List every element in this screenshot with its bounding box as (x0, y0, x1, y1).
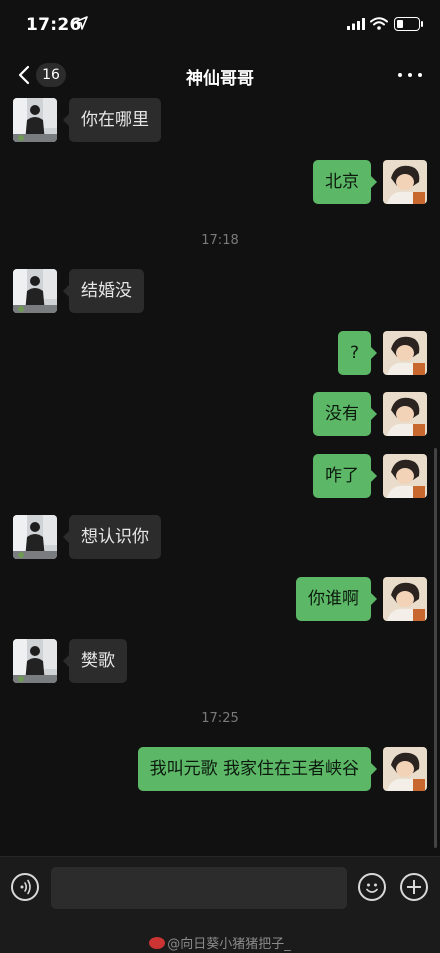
message-bubble-sent[interactable]: 咋了 (313, 454, 377, 498)
contact-avatar[interactable] (13, 515, 57, 559)
message-bubble-received[interactable]: 你在哪里 (63, 98, 161, 142)
message-bubble-received[interactable]: 想认识你 (63, 515, 161, 559)
cellular-signal-icon (347, 18, 365, 30)
watermark: @向日葵小猪猪把子_ (0, 933, 440, 952)
message-row-received: 樊歌 (0, 639, 440, 683)
chat-title: 神仙哥哥 (186, 69, 254, 89)
battery-icon (394, 17, 423, 31)
message-row-sent: ? (0, 331, 440, 375)
emoji-icon[interactable] (358, 873, 386, 901)
message-bubble-sent[interactable]: 你谁啊 (296, 577, 377, 621)
message-row-sent: 没有 (0, 392, 440, 436)
message-row-received: 结婚没 (0, 269, 440, 313)
timestamp: 17:18 (201, 233, 239, 248)
my-avatar[interactable] (383, 160, 427, 204)
message-bubble-sent[interactable]: ? (337, 331, 378, 375)
message-row-received: 你在哪里 (0, 98, 440, 142)
message-bubble-received[interactable]: 樊歌 (63, 639, 127, 683)
my-avatar[interactable] (383, 392, 427, 436)
chat-messages[interactable]: 你在哪里 北京 17:18 结婚没 ? 没有 咋了 想认识你 你谁啊 樊歌 17… (0, 98, 440, 856)
message-bubble-sent[interactable]: 北京 (313, 160, 377, 204)
timestamp: 17:25 (201, 711, 239, 726)
scrollbar[interactable] (434, 448, 437, 848)
status-bar: 17:26 (0, 0, 440, 52)
my-avatar[interactable] (383, 454, 427, 498)
contact-avatar[interactable] (13, 639, 57, 683)
my-avatar[interactable] (383, 331, 427, 375)
message-bubble-sent[interactable]: 我叫元歌 我家住在王者峡谷 (137, 747, 378, 791)
message-bubble-sent[interactable]: 没有 (313, 392, 377, 436)
location-arrow-icon (74, 16, 88, 30)
my-avatar[interactable] (383, 747, 427, 791)
voice-input-icon[interactable] (11, 873, 39, 901)
weibo-icon (149, 937, 166, 949)
input-bar: @向日葵小猪猪把子_ (0, 856, 440, 953)
wifi-icon (370, 17, 388, 30)
more-dots-icon[interactable] (398, 71, 422, 79)
message-input[interactable] (51, 867, 347, 909)
chat-header: 16 神仙哥哥 (0, 52, 440, 98)
contact-avatar[interactable] (13, 98, 57, 142)
message-row-sent: 你谁啊 (0, 577, 440, 621)
my-avatar[interactable] (383, 577, 427, 621)
contact-avatar[interactable] (13, 269, 57, 313)
message-row-received: 想认识你 (0, 515, 440, 559)
plus-icon[interactable] (400, 873, 428, 901)
watermark-text: @向日葵小猪猪把子_ (167, 937, 291, 952)
message-row-sent: 咋了 (0, 454, 440, 498)
message-row-sent: 北京 (0, 160, 440, 204)
message-row-sent: 我叫元歌 我家住在王者峡谷 (0, 747, 440, 791)
message-bubble-received[interactable]: 结婚没 (63, 269, 144, 313)
